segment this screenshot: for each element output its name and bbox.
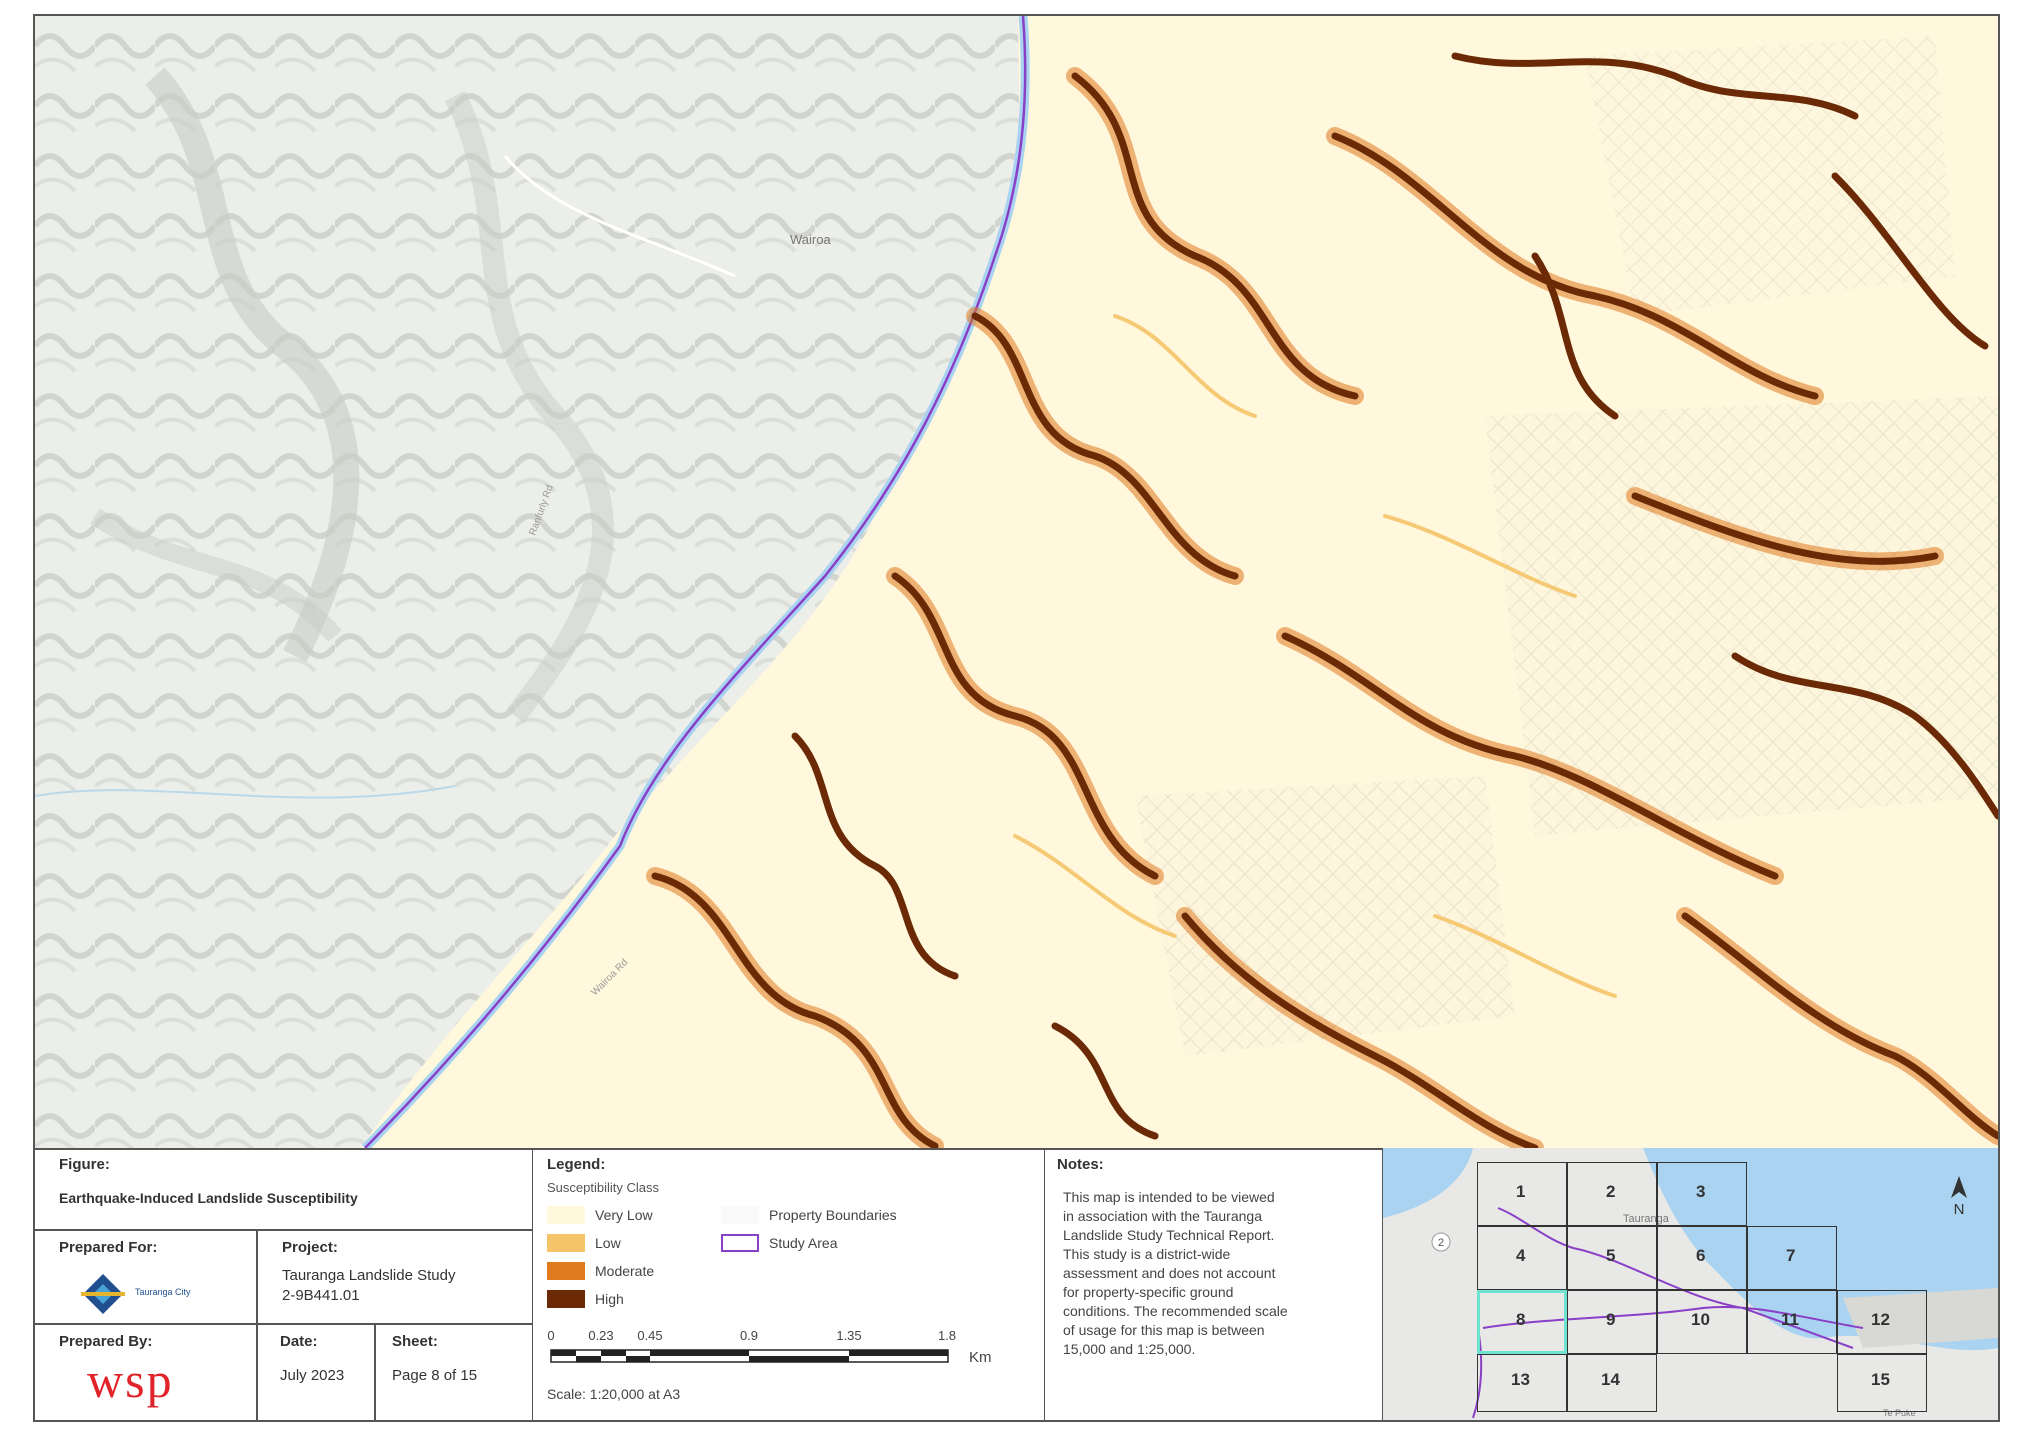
prepared-by-cell: Prepared By: wsp <box>35 1324 257 1420</box>
legend-swatch-very-low <box>547 1206 585 1224</box>
scale-text: Scale: 1:20,000 at A3 <box>547 1386 681 1402</box>
legend-label-very-low: Very Low <box>595 1207 653 1223</box>
scale-unit: Km <box>969 1349 992 1366</box>
scale-tick-3: 0.9 <box>740 1328 758 1343</box>
prepared-for-label: Prepared For: <box>59 1239 158 1256</box>
scale-tick-0: 0 <box>547 1328 554 1343</box>
legend-swatch-study-area <box>721 1234 759 1252</box>
legend-swatch-low <box>547 1234 585 1252</box>
legend-swatch-moderate <box>547 1262 585 1280</box>
inset-sheet-label: 9 <box>1606 1310 1616 1329</box>
north-label: N <box>1954 1201 1965 1218</box>
date-value: July 2023 <box>280 1367 345 1384</box>
legend-swatch-property-boundaries <box>721 1206 759 1224</box>
date-cell: Date: July 2023 <box>257 1324 375 1420</box>
inset-sheet-label-current: 8 <box>1516 1310 1526 1329</box>
project-cell: Project: Tauranga Landslide Study 2-9B44… <box>257 1230 533 1324</box>
project-name: Tauranga Landslide Study <box>282 1267 456 1284</box>
notes-line: of usage for this map is between <box>1063 1322 1265 1338</box>
scale-tick-4: 1.35 <box>836 1328 861 1343</box>
map-svg: Wairoa Ranfurly Rd Wairoa Rd <box>35 16 1998 1148</box>
inset-sheet-label: 5 <box>1606 1246 1616 1265</box>
notes-line: for property-specific ground <box>1063 1284 1234 1300</box>
prepared-for-org: Tauranga City <box>135 1287 191 1297</box>
legend-label-low: Low <box>595 1235 621 1251</box>
project-number: 2-9B441.01 <box>282 1287 360 1304</box>
inset-sheet-label: 3 <box>1696 1182 1706 1201</box>
notes-panel: Notes: This map is intended to be viewed… <box>1045 1148 1383 1420</box>
inset-sheet-label: 4 <box>1516 1246 1526 1265</box>
figure-cell: Figure: Earthquake-Induced Landslide Sus… <box>35 1148 533 1230</box>
inset-sheet-label: 11 <box>1781 1310 1799 1329</box>
sheet-value: Page 8 of 15 <box>392 1367 478 1384</box>
legend-label-study-area: Study Area <box>769 1235 838 1251</box>
inset-sheet-label: 7 <box>1786 1246 1796 1265</box>
notes-line: This map is intended to be viewed <box>1063 1189 1275 1205</box>
notes-body: This map is intended to be viewed in ass… <box>1063 1188 1373 1359</box>
legend-subtitle: Susceptibility Class <box>547 1180 659 1195</box>
prepared-for-cell: Prepared For: Tauranga City <box>35 1230 257 1324</box>
inset-sheet-label: 1 <box>1516 1182 1526 1201</box>
map-canvas[interactable]: Wairoa Ranfurly Rd Wairoa Rd <box>35 16 1998 1150</box>
inset-highway: 2 <box>1438 1237 1444 1249</box>
date-label: Date: <box>280 1333 318 1350</box>
inset-sheet-label: 10 <box>1691 1310 1710 1329</box>
inset-sheet-label: 13 <box>1511 1370 1530 1389</box>
title-block: Figure: Earthquake-Induced Landslide Sus… <box>35 1148 533 1420</box>
inset-sheet-label: 2 <box>1606 1182 1616 1201</box>
legend-title: Legend: <box>547 1156 606 1173</box>
sheet-label: Sheet: <box>392 1333 438 1350</box>
inset-sheet-label: 12 <box>1871 1310 1890 1329</box>
legend-swatch-high <box>547 1290 585 1308</box>
notes-line: 15,000 and 1:25,000. <box>1063 1341 1196 1357</box>
inset-sheet-label: 6 <box>1696 1246 1706 1265</box>
notes-line: assessment and does not account <box>1063 1265 1276 1281</box>
inset-sheet-label: 15 <box>1871 1370 1890 1389</box>
place-label: Wairoa <box>790 232 831 247</box>
scale-tick-5: 1.8 <box>938 1328 956 1343</box>
figure-title: Earthquake-Induced Landslide Susceptibil… <box>59 1190 358 1206</box>
legend-label-high: High <box>595 1291 624 1307</box>
prepared-by-label: Prepared By: <box>59 1333 153 1350</box>
notes-line: in association with the Tauranga <box>1063 1208 1262 1224</box>
project-label: Project: <box>282 1239 338 1256</box>
notes-line: Landslide Study Technical Report. <box>1063 1227 1275 1243</box>
notes-line: conditions. The recommended scale <box>1063 1303 1288 1319</box>
scale-tick-1: 0.23 <box>588 1328 613 1343</box>
legend-label-moderate: Moderate <box>595 1263 655 1279</box>
notes-line: This study is a district-wide <box>1063 1246 1231 1262</box>
scale-tick-2: 0.45 <box>637 1328 662 1343</box>
sheet-cell: Sheet: Page 8 of 15 <box>375 1324 533 1420</box>
inset-map[interactable]: 2 Tauranga Te Puke N 1 2 3 4 5 6 7 8 9 1… <box>1383 1148 1998 1420</box>
figure-label: Figure: <box>59 1156 110 1173</box>
map-sheet: Wairoa Ranfurly Rd Wairoa Rd Figure: Ear… <box>33 14 2000 1422</box>
legend-panel: Legend: Susceptibility Class Very Low Lo… <box>533 1148 1045 1420</box>
wsp-logo: wsp <box>87 1352 174 1408</box>
notes-title: Notes: <box>1057 1156 1104 1173</box>
inset-sheet-label: 14 <box>1601 1370 1620 1389</box>
legend-label-property-boundaries: Property Boundaries <box>769 1207 897 1223</box>
